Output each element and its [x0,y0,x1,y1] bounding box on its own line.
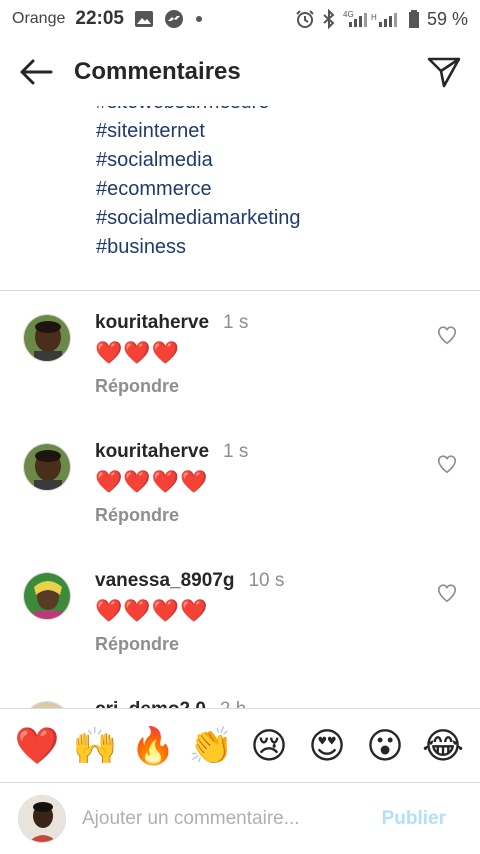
comment-text: ❤️❤️❤️❤️ [95,469,209,494]
post-button[interactable]: Publier [382,808,446,830]
emoji-button[interactable]: 👏 [187,727,235,764]
comment-item: vanessa_8907g 10 s ❤️❤️❤️❤️ Répondre [0,564,480,684]
emoji-button[interactable]: 🔥 [129,727,177,764]
hashtag-link[interactable]: #socialmediamarketing [96,204,480,233]
comment-item: kouritaherve 1 s ❤️❤️❤️❤️ Répondre [0,435,480,555]
avatar[interactable] [23,701,71,708]
comment-time: 10 s [248,570,285,591]
share-button[interactable] [408,38,480,106]
caption-divider [0,290,480,291]
status-bar: Orange 22:05 4G H 59 % [0,0,480,38]
comment-time: 2 h [220,699,246,708]
emoji-button[interactable]: 😢 [245,727,293,764]
caption-hashtags: #sitewebsurmesure #siteinternet #socialm… [0,106,480,262]
comment-username-row: vanessa_8907g 10 s [95,570,284,592]
heart-icon[interactable] [436,453,458,475]
clock: 22:05 [75,8,124,29]
comment-item: kouritaherve 1 s ❤️❤️❤️ Répondre [0,306,480,426]
emoji-button[interactable]: 😮 [361,727,409,764]
dot-icon [194,14,204,24]
comment-username[interactable]: vanessa_8907g [95,570,234,591]
svg-text:4G: 4G [343,10,354,19]
comments-list[interactable]: #sitewebsurmesure #siteinternet #socialm… [0,106,480,708]
reply-button[interactable]: Répondre [95,634,179,655]
comment-time: 1 s [223,312,249,333]
arrow-left-icon [20,59,53,85]
svg-text:H: H [371,13,377,22]
reply-button[interactable]: Répondre [95,505,179,526]
comment-item: cri_demo2.0 2 h [0,693,480,708]
comment-username-row: kouritaherve 1 s [95,312,248,334]
avatar[interactable] [23,443,71,491]
image-icon [134,9,154,29]
battery-icon [408,9,420,29]
avatar[interactable] [23,314,71,362]
send-icon [427,57,461,88]
alarm-icon [295,9,315,29]
page-title: Commentaires [74,58,241,85]
heart-icon[interactable] [436,324,458,346]
comment-username-row: kouritaherve 1 s [95,441,248,463]
emoji-button[interactable]: 😍 [303,727,351,764]
back-button[interactable] [0,38,72,106]
comment-username-row: cri_demo2.0 2 h [95,699,246,708]
comment-username[interactable]: kouritaherve [95,312,209,333]
emoji-reaction-bar: ❤️ 🙌 🔥 👏 😢 😍 😮 😂 [0,708,480,782]
reply-button[interactable]: Répondre [95,376,179,397]
comment-time: 1 s [223,441,249,462]
comment-text: ❤️❤️❤️ [95,340,181,365]
bluetooth-icon [322,9,336,29]
hashtag-link[interactable]: #sitewebsurmesure [96,106,480,117]
hashtag-link[interactable]: #siteinternet [96,117,480,146]
comment-input[interactable]: Ajouter un commentaire... [82,808,382,830]
messenger-icon [164,9,184,29]
emoji-button[interactable]: ❤️ [13,727,61,764]
emoji-button[interactable]: 😂 [419,727,467,764]
carrier-label: Orange [12,10,66,27]
hashtag-link[interactable]: #ecommerce [96,175,480,204]
avatar [18,794,66,843]
comment-composer: Ajouter un commentaire... Publier [0,782,480,854]
avatar[interactable] [23,572,71,620]
hashtag-link[interactable]: #business [96,233,480,262]
comment-username[interactable]: cri_demo2.0 [95,699,206,708]
hashtag-link[interactable]: #socialmedia [96,146,480,175]
header: Commentaires [0,38,480,106]
comment-username[interactable]: kouritaherve [95,441,209,462]
battery-percent: 59 % [426,8,468,29]
comment-text: ❤️❤️❤️❤️ [95,598,209,623]
heart-icon[interactable] [436,582,458,604]
signal-icon: 4G H [343,9,401,29]
emoji-button[interactable]: 🙌 [71,727,119,764]
